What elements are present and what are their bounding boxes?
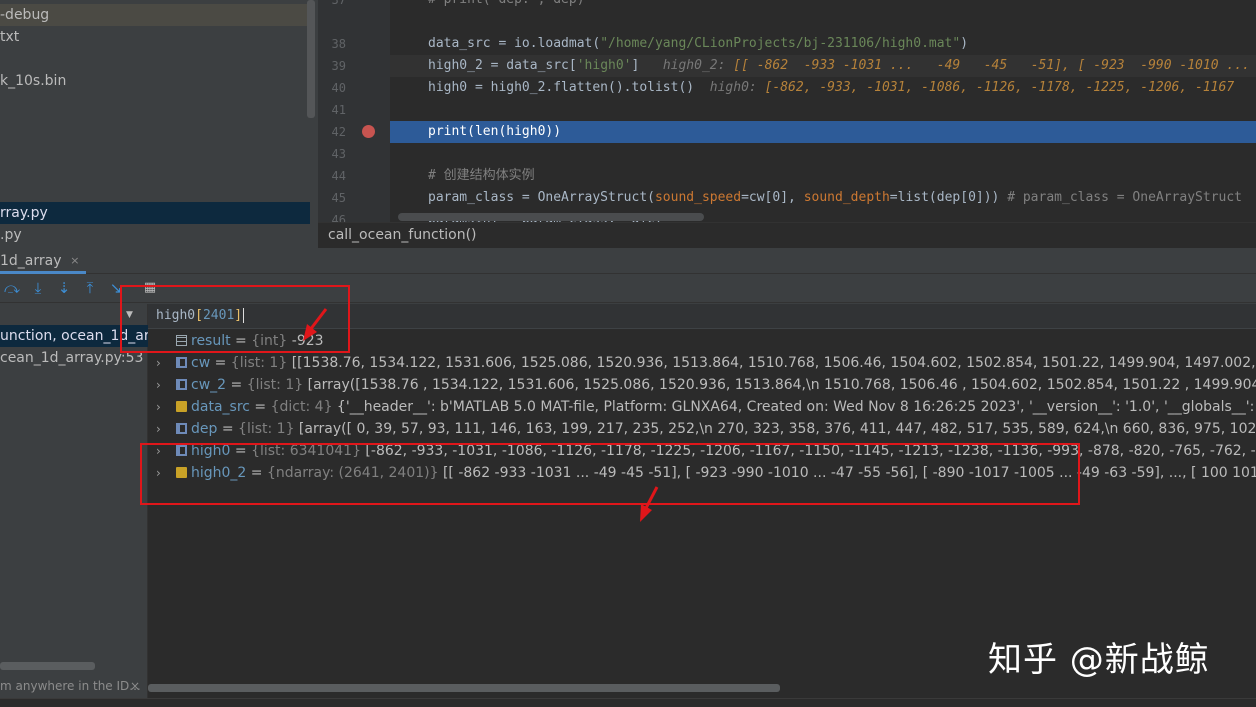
code-string: 'high0' [576, 58, 632, 73]
tab-debug-session[interactable]: 1d_array × [0, 248, 86, 274]
status-strip [0, 698, 1256, 707]
tree-item-label: rray.py [0, 205, 48, 221]
variable-type: {list: 1} [246, 377, 304, 393]
tree-item[interactable]: .py [0, 224, 310, 246]
editor-horizontal-scrollbar[interactable] [398, 213, 704, 221]
line-number: 42 [331, 125, 346, 139]
code-token: high0 = high0_2.flatten().tolist() [428, 80, 695, 95]
breadcrumb[interactable]: call_ocean_function() [328, 227, 477, 243]
close-icon[interactable]: × [130, 676, 140, 696]
tree-item-label: txt [0, 29, 20, 45]
inline-value-hint-name: high0: [709, 80, 757, 95]
variable-type: {list: 1} [230, 355, 288, 371]
line-number: 43 [331, 147, 346, 161]
variable-value: [array([ 0, 39, 57, 93, 111, 146, 163, 1… [294, 421, 1256, 437]
breakpoint-icon[interactable] [362, 125, 375, 138]
code-line-37: # print('dep:', dep) [428, 0, 585, 11]
line-number: 39 [331, 59, 346, 73]
breadcrumb-bar: call_ocean_function() [318, 222, 1256, 248]
variable-row-cw-2[interactable]: › cw_2 = {list: 1} [array([1538.76 , 153… [148, 374, 1256, 396]
inline-value-hint: [[ -862 -933 -1031 ... -49 -45 -51], [ -… [733, 58, 1250, 73]
debug-tab-bar: 1d_array × [0, 248, 1256, 274]
code-keyword-arg: sound_depth [803, 190, 890, 205]
watermark: 知乎 @新战鲸 [988, 640, 1210, 680]
variable-value: [[1538.76, 1534.122, 1531.606, 1525.086,… [291, 355, 1256, 371]
line-number: 46 [331, 213, 346, 222]
variable-row-cw[interactable]: › cw = {list: 1} [[1538.76, 1534.122, 15… [148, 352, 1256, 374]
list-type-icon [176, 423, 187, 434]
variables-scrollbar[interactable] [148, 684, 780, 692]
line-number: 40 [331, 81, 346, 95]
annotation-arrow-icon [303, 308, 328, 341]
list-type-icon [176, 379, 187, 390]
list-type-icon [176, 357, 187, 368]
tree-item-label: k_10s.bin [0, 73, 67, 89]
variable-type: {dict: 4} [270, 399, 333, 415]
step-into-my-code-icon[interactable]: ⇣ [54, 278, 74, 298]
tree-item[interactable]: -debug [0, 4, 310, 26]
frames-scrollbar[interactable] [0, 662, 95, 670]
line-number: 45 [331, 191, 346, 205]
variable-eq: = [249, 399, 271, 415]
code-editor[interactable]: 37 38 39 40 41 42 43 44 45 46 # print('d… [318, 0, 1256, 222]
inline-value-hint: [-862, -933, -1031, -1086, -1126, -1178,… [764, 80, 1235, 95]
code-string: "/home/yang/CLionProjects/bj-231106/high… [600, 36, 961, 51]
code-line-40: high0 = high0_2.flatten().tolist() high0… [428, 77, 1234, 99]
step-into-icon[interactable]: ⤓ [28, 278, 48, 298]
frames-panel: ▼ unction, ocean_1d_arr cean_1d_array.py… [0, 304, 148, 707]
frames-hint-text: m anywhere in the ID... [0, 679, 141, 693]
variable-name: cw_2 [191, 377, 227, 393]
tab-label: 1d_array [0, 253, 62, 269]
code-token: ) [960, 36, 969, 51]
variable-name: cw [191, 355, 211, 371]
editor-gutter[interactable]: 37 38 39 40 41 42 43 44 45 46 [318, 0, 390, 222]
code-token: ] [631, 58, 640, 73]
tree-item-label: .py [0, 227, 22, 243]
chevron-right-icon[interactable]: › [156, 418, 161, 440]
code-line-39: high0_2 = data_src['high0'] high0_2: [[ … [428, 55, 1250, 77]
chevron-right-icon[interactable]: › [156, 352, 161, 374]
tree-item-selected[interactable]: rray.py [0, 202, 310, 224]
code-token: data_src = io.loadmat( [428, 36, 601, 51]
tree-scrollbar[interactable] [307, 0, 315, 118]
variable-name: data_src [191, 399, 250, 415]
project-tree-panel: -debug txt k_10s.bin rray.py .py [0, 0, 318, 248]
line-number: 44 [331, 169, 346, 183]
code-line-42: print(len(high0)) [428, 124, 562, 139]
variable-eq: = [226, 377, 247, 393]
variable-row-dep[interactable]: › dep = {list: 1} [array([ 0, 39, 57, 93… [148, 418, 1256, 440]
code-line-45: param_class = OneArrayStruct(sound_speed… [428, 187, 1242, 209]
variable-eq: = [217, 421, 239, 437]
code-token: =list(dep[0])) [889, 190, 1000, 205]
tree-item[interactable]: k_10s.bin [0, 70, 310, 92]
tree-item[interactable]: txt [0, 26, 310, 48]
chevron-right-icon[interactable]: › [156, 374, 161, 396]
step-out-icon[interactable]: ⤒ [80, 278, 100, 298]
code-comment: # param_class = OneArrayStruct [999, 190, 1243, 205]
code-line-38: data_src = io.loadmat("/home/yang/CLionP… [428, 33, 968, 55]
code-line-44: # 创建结构体实例 [428, 168, 535, 183]
code-token: param_class = OneArrayStruct( [428, 190, 655, 205]
variable-name: dep [191, 421, 218, 437]
step-over-icon[interactable]: ⤼ [2, 278, 22, 298]
variable-type: {list: 1} [238, 421, 295, 437]
code-token: high0_2 = data_src[ [428, 58, 577, 73]
annotation-box [140, 443, 1080, 505]
line-number: 38 [331, 37, 346, 51]
line-number: 41 [331, 103, 346, 117]
line-number: 37 [331, 0, 346, 7]
variable-value: [array([1538.76 , 1534.122, 1531.606, 15… [307, 377, 1256, 393]
dict-type-icon [176, 401, 187, 412]
chevron-right-icon[interactable]: › [156, 396, 161, 418]
variable-row-data-src[interactable]: › data_src = {dict: 4} {'__header__': b'… [148, 396, 1256, 418]
code-token: =cw[0], [741, 190, 804, 205]
close-icon[interactable]: × [70, 248, 79, 274]
annotation-arrow-icon [640, 486, 659, 522]
inline-value-hint-name: high0_2: [662, 58, 726, 73]
code-keyword-arg: sound_speed [654, 190, 742, 205]
variable-value: {'__header__': b'MATLAB 5.0 MAT-file, Pl… [332, 399, 1256, 415]
tree-item-label: -debug [0, 7, 50, 23]
variable-eq: = [210, 355, 231, 371]
